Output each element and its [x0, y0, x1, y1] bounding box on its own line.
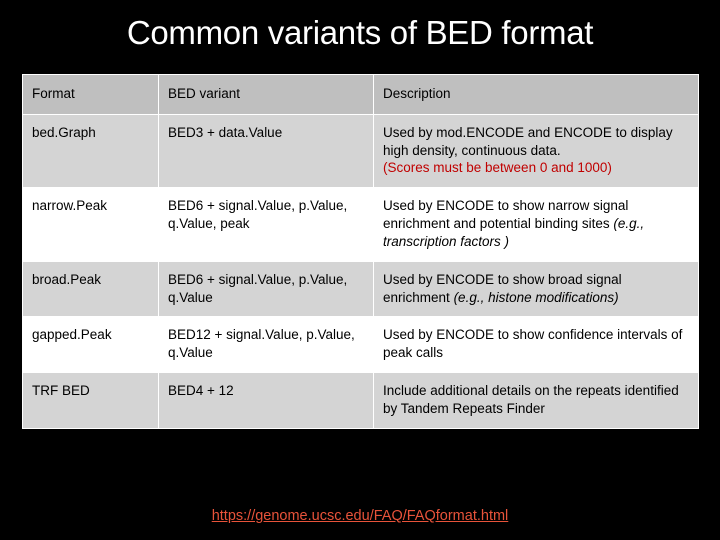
cell-variant: BED4 + 12 — [158, 371, 374, 429]
cell-format: TRF BED — [22, 371, 159, 429]
description-italic: (e.g., histone modifications) — [453, 289, 619, 305]
ucsc-faq-link[interactable]: https://genome.ucsc.edu/FAQ/FAQformat.ht… — [0, 508, 720, 524]
cell-description: Used by ENCODE to show narrow signal enr… — [373, 187, 699, 262]
cell-format: narrow.Peak — [22, 187, 159, 262]
cell-variant: BED3 + data.Value — [158, 113, 374, 189]
cell-variant: BED6 + signal.Value, p.Value, q.Value — [158, 260, 374, 318]
description-note: (Scores must be between 0 and 1000) — [383, 160, 612, 176]
table-row: broad.Peak BED6 + signal.Value, p.Value,… — [22, 260, 699, 318]
cell-format: bed.Graph — [22, 113, 159, 189]
cell-description: Include additional details on the repeat… — [373, 371, 699, 429]
description-text: Used by ENCODE to show narrow signal enr… — [383, 198, 629, 232]
table-row: gapped.Peak BED12 + signal.Value, p.Valu… — [22, 316, 699, 373]
slide-root: Common variants of BED format Format BED… — [0, 0, 720, 540]
cell-description: Used by ENCODE to show broad signal enri… — [373, 260, 699, 318]
table-header-row: Format BED variant Description — [22, 74, 699, 115]
cell-variant: BED12 + signal.Value, p.Value, q.Value — [158, 316, 374, 373]
table-row: TRF BED BED4 + 12 Include additional det… — [22, 371, 699, 429]
page-title: Common variants of BED format — [126, 14, 594, 51]
bed-formats-table: Format BED variant Description bed.Graph… — [22, 74, 699, 429]
column-header-format: Format — [22, 74, 159, 115]
cell-description: Used by ENCODE to show confidence interv… — [373, 316, 699, 373]
table-row: bed.Graph BED3 + data.Value Used by mod.… — [22, 113, 699, 189]
description-text: Used by mod.ENCODE and ENCODE to display… — [383, 124, 673, 158]
cell-variant: BED6 + signal.Value, p.Value, q.Value, p… — [158, 187, 374, 262]
column-header-description: Description — [373, 74, 699, 115]
table-row: narrow.Peak BED6 + signal.Value, p.Value… — [22, 187, 699, 262]
cell-format: gapped.Peak — [22, 316, 159, 373]
column-header-bed-variant: BED variant — [158, 74, 374, 115]
cell-description: Used by mod.ENCODE and ENCODE to display… — [373, 113, 699, 189]
cell-format: broad.Peak — [22, 260, 159, 318]
